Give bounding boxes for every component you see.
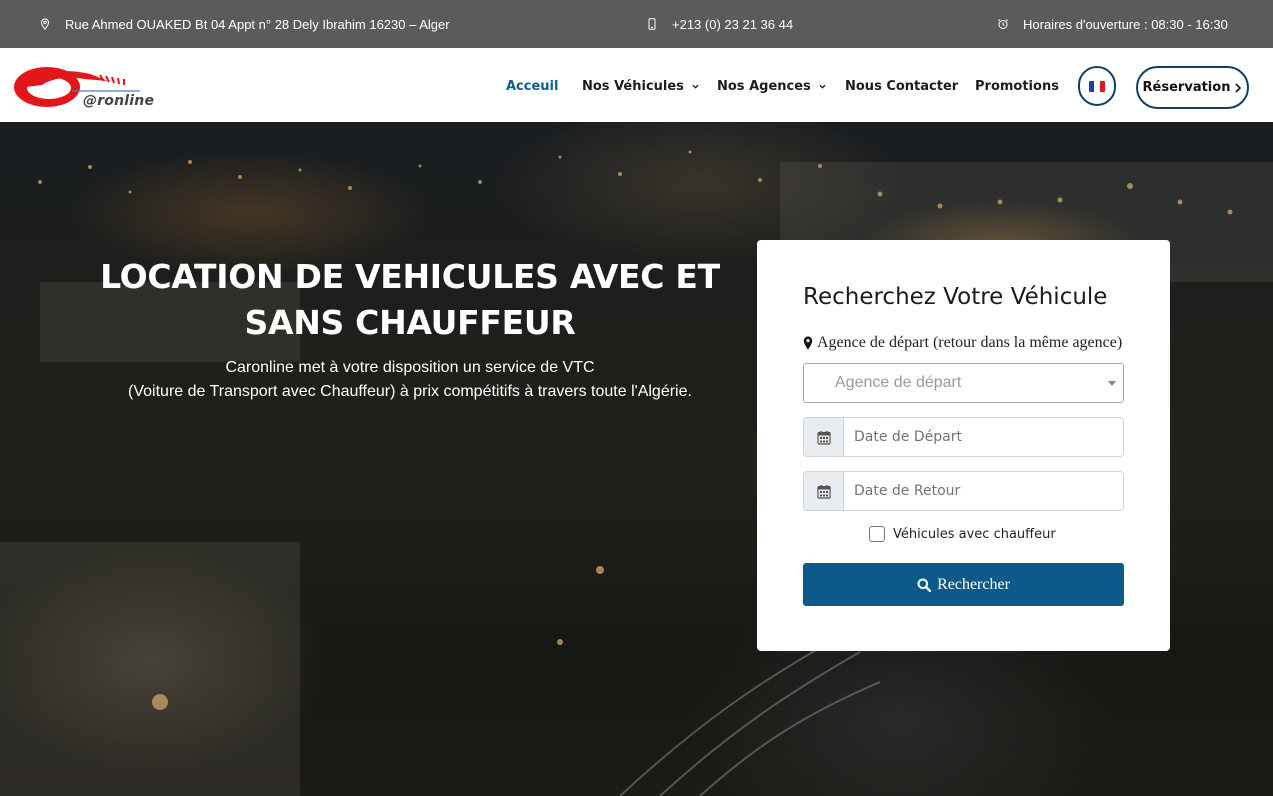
map-marker-icon (803, 336, 813, 350)
chevron-down-icon (692, 84, 699, 89)
nav-label: Promotions (975, 79, 1059, 94)
driver-option[interactable]: Véhicules avec chauffeur (869, 526, 1056, 542)
phone-text[interactable]: +213 (0) 23 21 36 44 (672, 17, 793, 32)
departure-date-field[interactable] (803, 417, 1124, 457)
chevron-right-icon (1235, 82, 1242, 93)
hero-subtitle-line1: Caronline met à votre disposition un ser… (225, 359, 595, 376)
nav-label: Nos Agences (717, 79, 811, 94)
calendar-icon (804, 472, 844, 510)
site-header: @ronline Acceuil Nos Véhicules Nos Agenc… (0, 48, 1273, 122)
vehicle-search-card: Recherchez Votre Véhicule Agence de dépa… (757, 240, 1170, 651)
driver-checkbox-label: Véhicules avec chauffeur (893, 526, 1056, 542)
map-pin-icon (40, 18, 50, 30)
nav-item-nos-agences[interactable]: Nos Agences (717, 79, 826, 94)
hero-subtitle: Caronline met à votre disposition un ser… (80, 356, 740, 404)
agency-select[interactable]: Agence de départ (803, 363, 1124, 403)
return-date-field[interactable] (803, 471, 1124, 511)
reservation-label: Réservation (1142, 80, 1231, 95)
nav-label: Acceuil (506, 79, 559, 94)
return-date-input[interactable] (844, 472, 1123, 510)
driver-checkbox[interactable] (869, 526, 885, 542)
search-card-title: Recherchez Votre Véhicule (803, 284, 1108, 310)
agency-select-placeholder: Agence de départ (835, 374, 962, 391)
address-info: Rue Ahmed OUAKED Bt 04 Appt n° 28 Dely I… (39, 0, 450, 48)
agency-label: Agence de départ (retour dans la même ag… (803, 334, 1122, 352)
agency-label-text: Agence de départ (retour dans la même ag… (817, 334, 1123, 351)
search-button[interactable]: Rechercher (803, 563, 1124, 606)
france-flag-icon (1089, 80, 1105, 92)
hero-subtitle-line2: (Voiture de Transport avec Chauffeur) à … (128, 383, 692, 400)
address-text: Rue Ahmed OUAKED Bt 04 Appt n° 28 Dely I… (65, 16, 450, 32)
hero-title-line2: SANS CHAUFFEUR (244, 303, 576, 342)
reservation-button[interactable]: Réservation (1136, 66, 1249, 109)
hero-title: LOCATION DE VEHICULES AVEC ET SANS CHAUF… (80, 254, 740, 346)
chevron-down-icon (819, 84, 826, 89)
nav-item-acceuil[interactable]: Acceuil (506, 79, 558, 94)
nav-label: Nous Contacter (845, 79, 959, 94)
calendar-icon (804, 418, 844, 456)
nav-item-nous-contacter[interactable]: Nous Contacter (845, 79, 958, 94)
alarm-clock-icon (998, 19, 1008, 29)
logo-text: @ronline (83, 93, 155, 109)
nav-item-promotions[interactable]: Promotions (975, 79, 1059, 94)
select-caret-icon (1108, 381, 1116, 386)
mobile-phone-icon (648, 18, 656, 30)
language-switcher[interactable] (1078, 66, 1116, 106)
top-info-bar: Rue Ahmed OUAKED Bt 04 Appt n° 28 Dely I… (0, 0, 1273, 48)
search-button-label: Rechercher (937, 575, 1010, 593)
search-icon (917, 578, 932, 592)
hero-title-line1: LOCATION DE VEHICULES AVEC ET (100, 257, 720, 296)
departure-date-input[interactable] (844, 418, 1123, 456)
phone-info[interactable]: +213 (0) 23 21 36 44 (646, 0, 793, 48)
site-logo[interactable]: @ronline (12, 61, 155, 109)
nav-label: Nos Véhicules (582, 79, 684, 94)
hours-text: Horaires d'ouverture : 08:30 - 16:30 (1023, 16, 1228, 32)
nav-item-nos-vehicules[interactable]: Nos Véhicules (582, 79, 699, 94)
hours-info: Horaires d'ouverture : 08:30 - 16:30 (997, 0, 1228, 48)
